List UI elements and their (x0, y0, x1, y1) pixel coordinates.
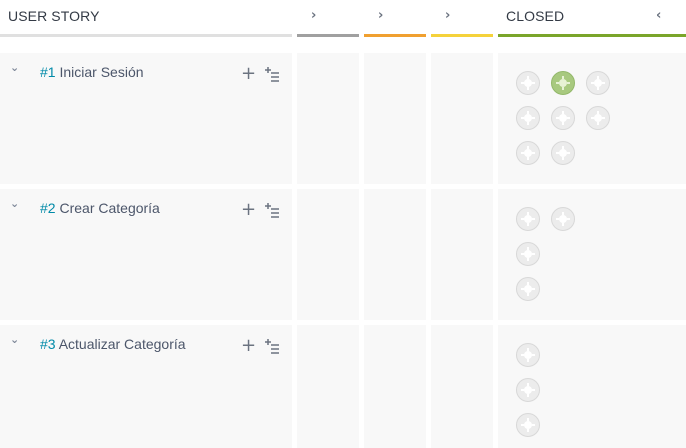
avatar[interactable] (586, 106, 610, 130)
add-bulk-icon[interactable] (264, 202, 280, 223)
closed-column-label: CLOSED (506, 8, 565, 24)
status-cell (297, 53, 359, 184)
story-row-3: ⌄ #3 Actualizar Categoría + (0, 325, 292, 448)
status-column-header-1[interactable]: › (297, 0, 359, 37)
chevron-down-icon[interactable]: ⌄ (10, 197, 19, 210)
status-column-header-2[interactable]: › (364, 0, 426, 37)
status-cell (297, 189, 359, 320)
status-cell (364, 189, 426, 320)
story-ref[interactable]: #1 (40, 64, 56, 80)
avatar[interactable] (516, 106, 540, 130)
closed-cell (498, 189, 686, 320)
closed-cell (498, 53, 686, 184)
status-cell (431, 325, 493, 448)
plus-icon[interactable]: + (241, 337, 256, 355)
avatar[interactable] (516, 378, 540, 402)
chevron-right-icon[interactable]: › (311, 8, 316, 23)
status-cell (431, 53, 493, 184)
add-bulk-icon[interactable] (264, 66, 280, 87)
story-ref[interactable]: #2 (40, 200, 56, 216)
story-title[interactable]: #1 Iniciar Sesión (40, 64, 144, 80)
status-cell (431, 189, 493, 320)
story-ref[interactable]: #3 (40, 336, 56, 352)
chevron-right-icon[interactable]: › (445, 8, 450, 23)
chevron-right-icon[interactable]: › (378, 8, 383, 23)
status-column-header-3[interactable]: › (431, 0, 493, 37)
chevron-down-icon[interactable]: ⌄ (10, 61, 19, 74)
story-row-2: ⌄ #2 Crear Categoría + (0, 189, 292, 320)
user-story-header-label: USER STORY (8, 8, 100, 24)
avatar[interactable] (516, 343, 540, 367)
avatar[interactable] (551, 106, 575, 130)
status-cell (364, 325, 426, 448)
user-story-header: USER STORY (0, 0, 292, 37)
story-name[interactable]: Iniciar Sesión (59, 64, 143, 80)
story-name[interactable]: Crear Categoría (59, 200, 159, 216)
avatar[interactable] (516, 242, 540, 266)
avatar[interactable] (551, 207, 575, 231)
status-cell (364, 53, 426, 184)
avatar[interactable] (516, 71, 540, 95)
avatar[interactable] (516, 413, 540, 437)
avatar[interactable] (516, 141, 540, 165)
chevron-left-icon[interactable]: ‹ (656, 8, 661, 23)
avatar[interactable] (551, 141, 575, 165)
avatar[interactable] (516, 207, 540, 231)
story-title[interactable]: #2 Crear Categoría (40, 200, 160, 216)
plus-icon[interactable]: + (241, 65, 256, 83)
story-title[interactable]: #3 Actualizar Categoría (40, 336, 186, 352)
chevron-down-icon[interactable]: ⌄ (10, 333, 19, 346)
status-cell (297, 325, 359, 448)
closed-cell (498, 325, 686, 448)
add-bulk-icon[interactable] (264, 338, 280, 359)
story-name[interactable]: Actualizar Categoría (59, 336, 186, 352)
avatar[interactable] (586, 71, 610, 95)
story-row-1: ⌄ #1 Iniciar Sesión + (0, 53, 292, 184)
plus-icon[interactable]: + (241, 201, 256, 219)
closed-column-header[interactable]: CLOSED ‹ (498, 0, 686, 37)
avatar[interactable] (551, 71, 575, 95)
avatar[interactable] (516, 277, 540, 301)
